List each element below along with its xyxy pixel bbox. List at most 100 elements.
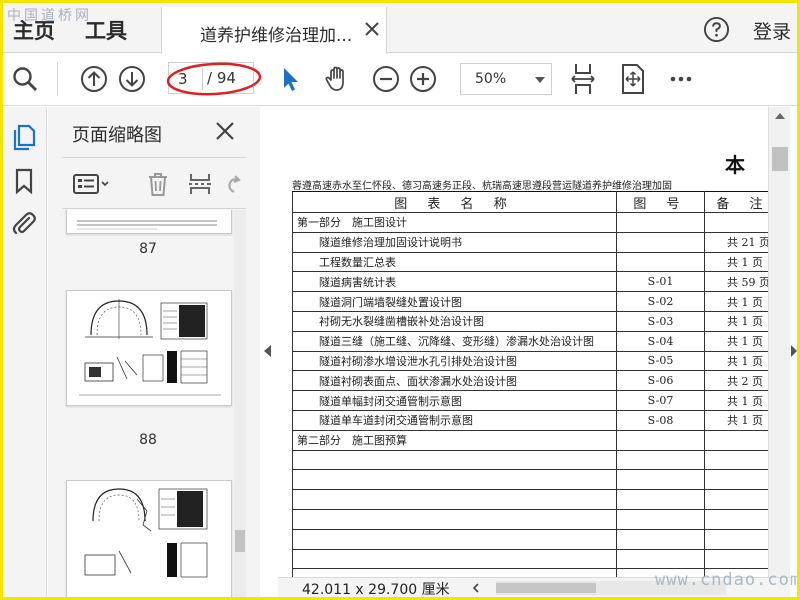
table-cell-note: 共 21 页: [704, 231, 768, 253]
table-cell-empty: [704, 548, 768, 570]
thumbnail-page-number: 88: [139, 432, 157, 448]
table-cell-empty: [616, 508, 705, 530]
table-row-empty: [292, 548, 768, 570]
tab-document-title: 道养护维修治理加...: [200, 26, 353, 46]
table-cell-empty: [616, 548, 705, 570]
thumbnail-options-icon[interactable]: [72, 170, 112, 198]
table-cell-code: S-06: [616, 370, 705, 392]
thumbnail-toolbar: [62, 157, 246, 209]
table-cell-note: 共 2 页: [704, 370, 768, 392]
thumbnail-page-89[interactable]: [66, 480, 232, 597]
thumbnail-panel-title: 页面缩略图: [72, 125, 162, 146]
zoom-select[interactable]: 50%: [460, 63, 552, 95]
table-row: 隧道单幅封闭交通管制示意图 S-07 共 1 页: [292, 390, 768, 411]
table-row-empty: [292, 449, 768, 471]
horizontal-scrollbar-thumb[interactable]: [496, 583, 596, 593]
table-cell-empty: [616, 449, 705, 471]
rotate-icon[interactable]: [222, 170, 242, 198]
table-row: 第一部分 施工图设计: [292, 212, 768, 233]
table-cell-note: 共 1 页: [704, 409, 768, 431]
table-cell-empty: [704, 528, 768, 550]
table-cell-name: 工程数量汇总表: [292, 251, 617, 273]
thumbnail-page-86[interactable]: [66, 210, 232, 234]
table-row: 第二部分 施工图预算: [292, 429, 768, 451]
tab-home[interactable]: 主页: [13, 15, 55, 45]
thumbnail-scrollbar[interactable]: [234, 210, 246, 597]
left-rail: [3, 107, 47, 597]
vertical-scrollbar-thumb[interactable]: [772, 147, 788, 171]
select-cursor-icon[interactable]: [277, 65, 305, 93]
table-row-empty: [292, 469, 768, 491]
thumbnail-drawing: [79, 299, 221, 396]
table-cell-note: 共 1 页: [704, 350, 768, 372]
next-page-icon[interactable]: [118, 65, 146, 93]
tab-bar: 中国道桥网 主页 工具 道养护维修治理加... 登录: [3, 3, 797, 54]
bookmark-icon[interactable]: [10, 167, 38, 195]
table-header-note: 备 注: [704, 191, 768, 213]
hand-tool-icon[interactable]: [323, 65, 351, 93]
table-cell-empty: [292, 548, 617, 570]
watermark-bottom: www.cndao.com: [655, 570, 800, 590]
previous-page-icon[interactable]: [80, 65, 108, 93]
table-cell-code: S-03: [616, 310, 705, 332]
more-icon[interactable]: [667, 65, 695, 93]
expand-right-panel-icon[interactable]: [791, 345, 797, 357]
table-cell-code: [616, 429, 705, 451]
help-icon[interactable]: [703, 16, 730, 43]
table-cell-empty: [292, 528, 617, 550]
table-cell-name: 隧道衬砌渗水增设泄水孔引排处治设计图: [292, 350, 617, 372]
page-thumbnails-icon[interactable]: [10, 123, 38, 151]
table-cell-empty: [616, 528, 705, 550]
close-icon[interactable]: [213, 119, 237, 143]
table-cell-empty: [292, 508, 617, 530]
tab-document[interactable]: 道养护维修治理加...: [161, 7, 387, 54]
collapse-panel-icon[interactable]: [264, 345, 271, 357]
page-number-input[interactable]: [178, 68, 202, 90]
search-icon[interactable]: [11, 65, 39, 93]
fit-width-icon[interactable]: [567, 62, 599, 96]
scroll-up-icon[interactable]: [775, 113, 785, 119]
table-cell-code: S-01: [616, 271, 705, 293]
delete-icon[interactable]: [144, 170, 172, 198]
table-cell-empty: [704, 508, 768, 530]
drawing-index-table: 图 表 名 称 图 号 备 注 第一部分 施工图设计 隧道维修治理加固设计说明书共…: [292, 191, 768, 577]
table-cell-note: [704, 429, 768, 451]
table-cell-note: 共 59 页: [704, 271, 768, 293]
toolbar: / 94 50%: [3, 54, 797, 106]
table-cell-name: 衬砌无水裂缝凿槽嵌补处治设计图: [292, 310, 617, 332]
table-cell-empty: [292, 568, 617, 577]
document-subtitle: 蓉遵高速赤水至仁怀段、德习高速务正段、杭瑞高速思遵段营运隧道养护维修治理加固: [292, 181, 672, 192]
zoom-in-icon[interactable]: [409, 65, 437, 93]
attachment-icon[interactable]: [10, 209, 38, 237]
table-header-code: 图 号: [616, 191, 705, 213]
thumbnail-page-88[interactable]: [66, 290, 232, 406]
table-cell-note: 共 1 页: [704, 390, 768, 411]
thumbnail-panel: 页面缩略图 87 88: [48, 107, 260, 597]
table-cell-name: 隧道单车道封闭交通管制示意图: [292, 409, 617, 431]
table-row-empty: [292, 528, 768, 550]
table-cell-note: 共 1 页: [704, 291, 768, 312]
document-vertical-scrollbar[interactable]: [768, 107, 790, 577]
table-cell-note: [704, 212, 768, 233]
table-row: 隧道洞门端墙裂缝处置设计图 S-02 共 1 页: [292, 291, 768, 312]
table-cell-empty: [292, 469, 617, 491]
table-row: 隧道单车道封闭交通管制示意图 S-08 共 1 页: [292, 409, 768, 431]
table-cell-empty: [292, 489, 617, 510]
scroll-left-icon[interactable]: [472, 583, 480, 593]
close-icon[interactable]: [362, 19, 382, 39]
thumbnail-page-number: 87: [139, 241, 157, 257]
table-cell-name: 第二部分 施工图预算: [292, 429, 617, 451]
tab-tools[interactable]: 工具: [85, 15, 127, 45]
document-page: 本 蓉遵高速赤水至仁怀段、德习高速务正段、杭瑞高速思遵段营运隧道养护维修治理加固…: [278, 107, 768, 577]
extract-page-icon[interactable]: [186, 170, 214, 198]
table-cell-empty: [292, 449, 617, 471]
table-cell-code: S-08: [616, 409, 705, 431]
login-link[interactable]: 登录: [753, 17, 791, 44]
thumbnail-drawing: [77, 220, 217, 230]
fit-page-icon[interactable]: [617, 62, 649, 96]
zoom-out-icon[interactable]: [372, 65, 400, 93]
thumbnail-scrollbar-thumb[interactable]: [235, 530, 245, 552]
document-view[interactable]: 本 蓉遵高速赤水至仁怀段、德习高速务正段、杭瑞高速思遵段营运隧道养护维修治理加固…: [278, 107, 768, 577]
table-cell-code: [616, 212, 705, 233]
table-cell-name: 隧道维修治理加固设计说明书: [292, 231, 617, 253]
